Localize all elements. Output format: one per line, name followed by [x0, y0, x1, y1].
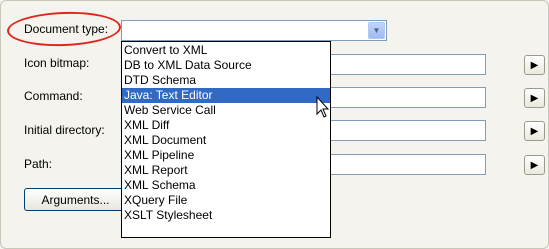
dropdown-option[interactable]: XML Diff	[122, 118, 330, 133]
path-label: Path:	[24, 157, 53, 171]
mouse-pointer-icon	[316, 96, 330, 118]
triangle-right-icon: ▶	[530, 159, 539, 171]
triangle-right-icon: ▶	[530, 92, 539, 104]
command-field[interactable]	[331, 87, 486, 108]
initial-directory-browse-button[interactable]: ▶	[524, 121, 545, 141]
triangle-right-icon: ▶	[530, 59, 539, 71]
icon-bitmap-browse-button[interactable]: ▶	[524, 55, 545, 75]
dropdown-option[interactable]: DB to XML Data Source	[122, 58, 330, 73]
dropdown-option[interactable]: XML Report	[122, 163, 330, 178]
icon-bitmap-field[interactable]	[331, 54, 486, 75]
dropdown-option[interactable]: XML Document	[122, 133, 330, 148]
dropdown-option[interactable]: DTD Schema	[122, 73, 330, 88]
document-type-combobox[interactable]: ▼	[121, 20, 387, 41]
triangle-right-icon: ▶	[530, 125, 539, 137]
document-type-dropdown-list[interactable]: Convert to XML DB to XML Data Source DTD…	[121, 41, 331, 238]
dropdown-option[interactable]: Web Service Call	[122, 103, 330, 118]
dropdown-option[interactable]: XML Pipeline	[122, 148, 330, 163]
initial-directory-field[interactable]	[331, 120, 486, 141]
dropdown-option[interactable]: XQuery File	[122, 193, 330, 208]
dropdown-option[interactable]: XML Schema	[122, 178, 330, 193]
command-label: Command:	[24, 89, 83, 103]
dropdown-option[interactable]: Convert to XML	[122, 43, 330, 58]
path-browse-button[interactable]: ▶	[524, 155, 545, 175]
chevron-down-icon[interactable]: ▼	[368, 22, 385, 39]
initial-directory-label: Initial directory:	[24, 123, 105, 137]
arguments-button[interactable]: Arguments...	[24, 188, 127, 211]
dropdown-option[interactable]: XSLT Stylesheet	[122, 208, 330, 223]
icon-bitmap-label: Icon bitmap:	[24, 56, 90, 70]
dropdown-option-highlighted[interactable]: Java: Text Editor	[122, 88, 330, 103]
command-browse-button[interactable]: ▶	[524, 88, 545, 108]
path-field[interactable]	[331, 154, 486, 175]
